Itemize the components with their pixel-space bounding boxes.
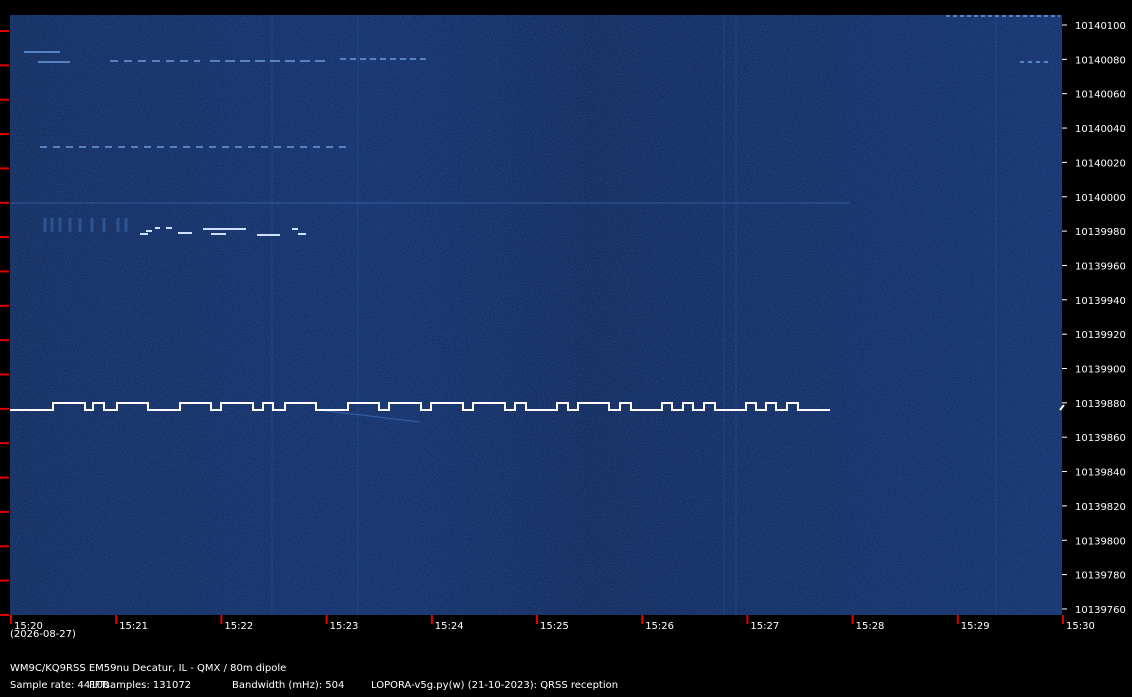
y-tick-label: 10139860 (1075, 433, 1126, 444)
time-axis: 15:20 15:21 15:22 15:23 15:24 15:25 15:26 15:27… (10, 615, 1095, 632)
y-tick-label: 10140020 (1075, 158, 1126, 169)
x-tick-label: 15:30 (1066, 621, 1095, 632)
y-tick-label: 10139840 (1075, 468, 1126, 479)
y-tick-label: 10139800 (1075, 536, 1126, 547)
bandwidth-label: Bandwidth (mHz): 504 (232, 680, 345, 691)
x-tick-label: 15:21 (119, 621, 148, 632)
x-tick-label: 15:28 (856, 621, 885, 632)
fft-samples-label: FFTsamples: 131072 (89, 680, 192, 691)
y-tick-label: 10140100 (1075, 21, 1126, 32)
spectrogram-grab: 10140100 10140080 10140060 10140040 10140020… (0, 15, 1126, 632)
y-tick-label: 10139820 (1075, 502, 1126, 513)
date-label: (2026-08-27) (10, 629, 76, 640)
software-label: LOPORA-v5g.py(w) (21-10-2023): QRSS rece… (371, 680, 619, 691)
y-tick-label: 10140060 (1075, 90, 1126, 101)
x-tick-label: 15:27 (750, 621, 779, 632)
y-tick-label: 10139940 (1075, 296, 1126, 307)
y-tick-label: 10139980 (1075, 227, 1126, 238)
y-tick-label: 10139920 (1075, 330, 1126, 341)
y-tick-label: 10139880 (1075, 399, 1126, 410)
x-tick-label: 15:26 (645, 621, 674, 632)
x-tick-label: 15:25 (540, 621, 569, 632)
y-tick-label: 10139960 (1075, 261, 1126, 272)
x-tick-label: 15:22 (224, 621, 253, 632)
y-tick-label: 10140040 (1075, 124, 1126, 135)
y-tick-label: 10140080 (1075, 55, 1126, 66)
spectrogram-noise (10, 15, 1062, 615)
y-tick-label: 10140000 (1075, 193, 1126, 204)
y-tick-label: 10139780 (1075, 571, 1126, 582)
y-tick-label: 10139900 (1075, 365, 1126, 376)
x-tick-label: 15:24 (435, 621, 464, 632)
x-tick-label: 15:23 (330, 621, 359, 632)
x-tick-label: 15:29 (961, 621, 990, 632)
y-tick-label: 10139760 (1075, 605, 1126, 616)
station-label: WM9C/KQ9RSS EM59nu Decatur, IL - QMX / 8… (10, 663, 287, 674)
